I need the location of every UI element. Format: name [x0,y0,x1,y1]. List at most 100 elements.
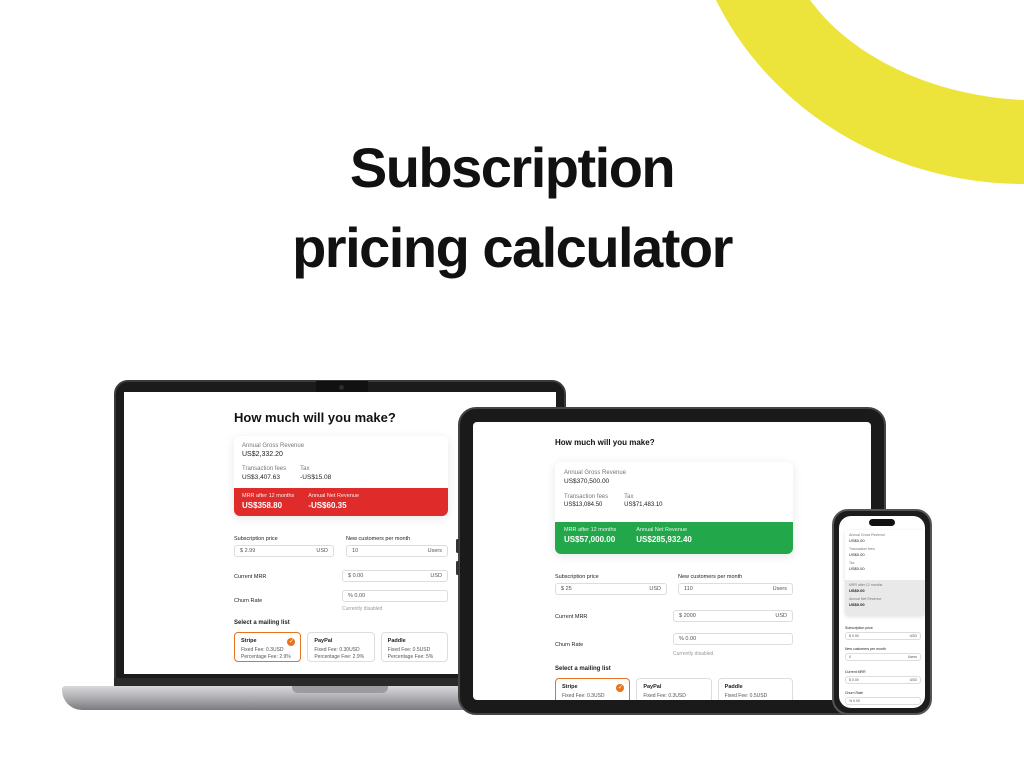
mailing-title: Select a mailing list [555,666,611,672]
unit-label: USD [909,634,917,638]
tablet-app: How much will you make? Annual Gross Rev… [473,422,871,700]
option-fixed: Fixed Fee: 0.3USD [241,647,284,653]
tablet-screen: How much will you make? Annual Gross Rev… [473,422,871,700]
mailing-option-stripe[interactable]: ✓ Stripe Fixed Fee: 0.3USD Percentage Fe… [234,632,302,662]
net-label: Annual Net Revenue [849,597,882,601]
mailing-option-paypal[interactable]: PayPal Fixed Fee: 0.3USD [636,678,712,700]
gross-value: US$370,500.00 [564,478,610,485]
current-mrr-label: Current MRR [234,574,267,580]
option-fixed: Fixed Fee: 0.3USD [643,693,686,699]
tax-label: Tax [624,494,634,500]
tablet-new-cust-group: New customers per month 110 Users [678,574,793,595]
gross-value: US$0.00 [849,538,865,543]
mailing-title: Select a mailing list [234,620,290,626]
tax-value: -US$15.08 [300,474,332,481]
mailing-option-paddle[interactable]: Paddle Fixed Fee: 0.5USD [717,678,793,700]
sub-price-input[interactable]: $ 0.00 USD [845,632,921,640]
current-mrr-label: Current MRR [845,670,866,674]
fees-value: US$3,407.63 [242,474,280,481]
new-cust-input[interactable]: 10 Users [346,545,448,557]
net-label: Annual Net Revenue [308,493,360,499]
unit-label: Users [427,548,442,554]
sub-price-label: Subscription price [234,536,278,542]
churn-input[interactable]: % 0.00 [673,633,793,645]
laptop-new-cust-group: New customers per month 10 Users [346,536,448,557]
currency-prefix: $ [561,586,565,592]
option-fixed: Fixed Fee: 0.5USD [387,647,431,653]
current-mrr-input[interactable]: $ 2000 USD [673,610,793,622]
tablet-sub-price-group: Subscription price $ 25 USD [555,574,667,595]
tablet-side-button [456,561,459,575]
current-mrr-label: Current MRR [555,614,588,620]
sub-price-value: $ 0.00 [849,634,859,638]
tax-label: Tax [300,466,310,472]
promo-stage: Subscription pricing calculator How much… [0,0,1024,768]
mrr-label: MRR after 12 months [242,493,295,499]
checkmark-icon: ✓ [616,684,625,692]
unit-label: USD [775,613,787,619]
phone-result-band: MRR after 12 months US$0.00 Annual Net R… [845,580,925,616]
unit-label: USD [430,573,442,579]
churn-input[interactable]: % 0.00 [845,697,921,705]
new-cust-input[interactable]: 0 Users [845,653,921,661]
churn-hint: Currently disabled [342,606,383,612]
currency-prefix: $ [240,548,244,554]
option-name: PayPal [314,638,333,644]
churn-label: Churn Rate [555,642,584,648]
unit-label: Users [772,586,787,592]
churn-label: Churn Rate [234,598,263,604]
fees-value: US$0.00 [849,552,865,557]
mrr-label: MRR after 12 months [564,527,617,533]
option-name: Stripe [562,684,578,690]
fees-value: US$13,084.50 [564,502,603,508]
new-cust-value: 10 [352,548,359,554]
mrr-value: US$0.00 [849,588,865,593]
new-cust-label: New customers per month [845,647,886,651]
page-headline: Subscription pricing calculator [0,128,1024,288]
churn-label: Churn Rate [845,691,863,695]
laptop-mailing-list: ✓ Stripe Fixed Fee: 0.3USD Percentage Fe… [234,632,448,662]
unit-label: USD [909,678,917,682]
churn-value: % 0.00 [849,699,860,703]
tax-value: US$71,483.10 [624,502,663,508]
laptop-groove [292,686,388,693]
tablet-device: How much will you make? Annual Gross Rev… [456,407,886,715]
sub-price-input[interactable]: $ 25 USD [555,583,667,595]
current-mrr-value: $ 2000 [679,613,696,619]
camera-icon [339,385,344,390]
tax-label: Tax [849,561,855,565]
headline-line-1: Subscription [349,136,676,199]
mailing-option-paddle[interactable]: Paddle Fixed Fee: 0.5USD Percentage Fee:… [380,632,448,662]
churn-value: % 0.00 [679,636,697,642]
option-name: Paddle [724,684,743,690]
churn-input[interactable]: % 0.00 [342,590,448,602]
new-cust-input[interactable]: 110 Users [678,583,793,595]
net-value: -US$60.35 [308,501,347,510]
option-name: Stripe [241,638,257,644]
tablet-results-card: Annual Gross Revenue US$370,500.00 Trans… [555,462,793,554]
phone-screen: Annual Gross Revenue US$0.00 Transaction… [839,516,925,708]
net-value: US$0.00 [849,602,865,607]
phone-app: Annual Gross Revenue US$0.00 Transaction… [839,516,925,708]
mailing-option-stripe[interactable]: ✓ Stripe Fixed Fee: 0.3USD [555,678,631,700]
sub-price-label: Subscription price [845,626,873,630]
current-mrr-input[interactable]: $ 0.00 USD [342,570,448,582]
gross-label: Annual Gross Revenue [564,470,627,476]
laptop-app-title: How much will you make? [234,410,396,425]
phone-device: Annual Gross Revenue US$0.00 Transaction… [832,509,932,715]
new-cust-label: New customers per month [346,536,411,542]
churn-value: % 0.00 [348,593,366,599]
new-cust-value: 110 [684,586,693,592]
current-mrr-value: $ 0.00 [849,678,859,682]
tablet-side-button [456,539,459,553]
tablet-app-title: How much will you make? [555,438,655,447]
sub-price-label: Subscription price [555,574,599,580]
sub-price-input[interactable]: $ 2.99 USD [234,545,334,557]
option-fixed: Fixed Fee: 0.30USD [314,647,360,653]
churn-hint: Currently disabled [673,651,714,657]
mailing-option-paypal[interactable]: PayPal Fixed Fee: 0.30USD Percentage Fee… [307,632,375,662]
option-pct: Percentage Fee: 2.9% [241,654,291,660]
current-mrr-input[interactable]: $ 0.00 USD [845,676,921,684]
sub-price-value: 25 [565,586,572,592]
unit-label: Users [907,655,917,659]
